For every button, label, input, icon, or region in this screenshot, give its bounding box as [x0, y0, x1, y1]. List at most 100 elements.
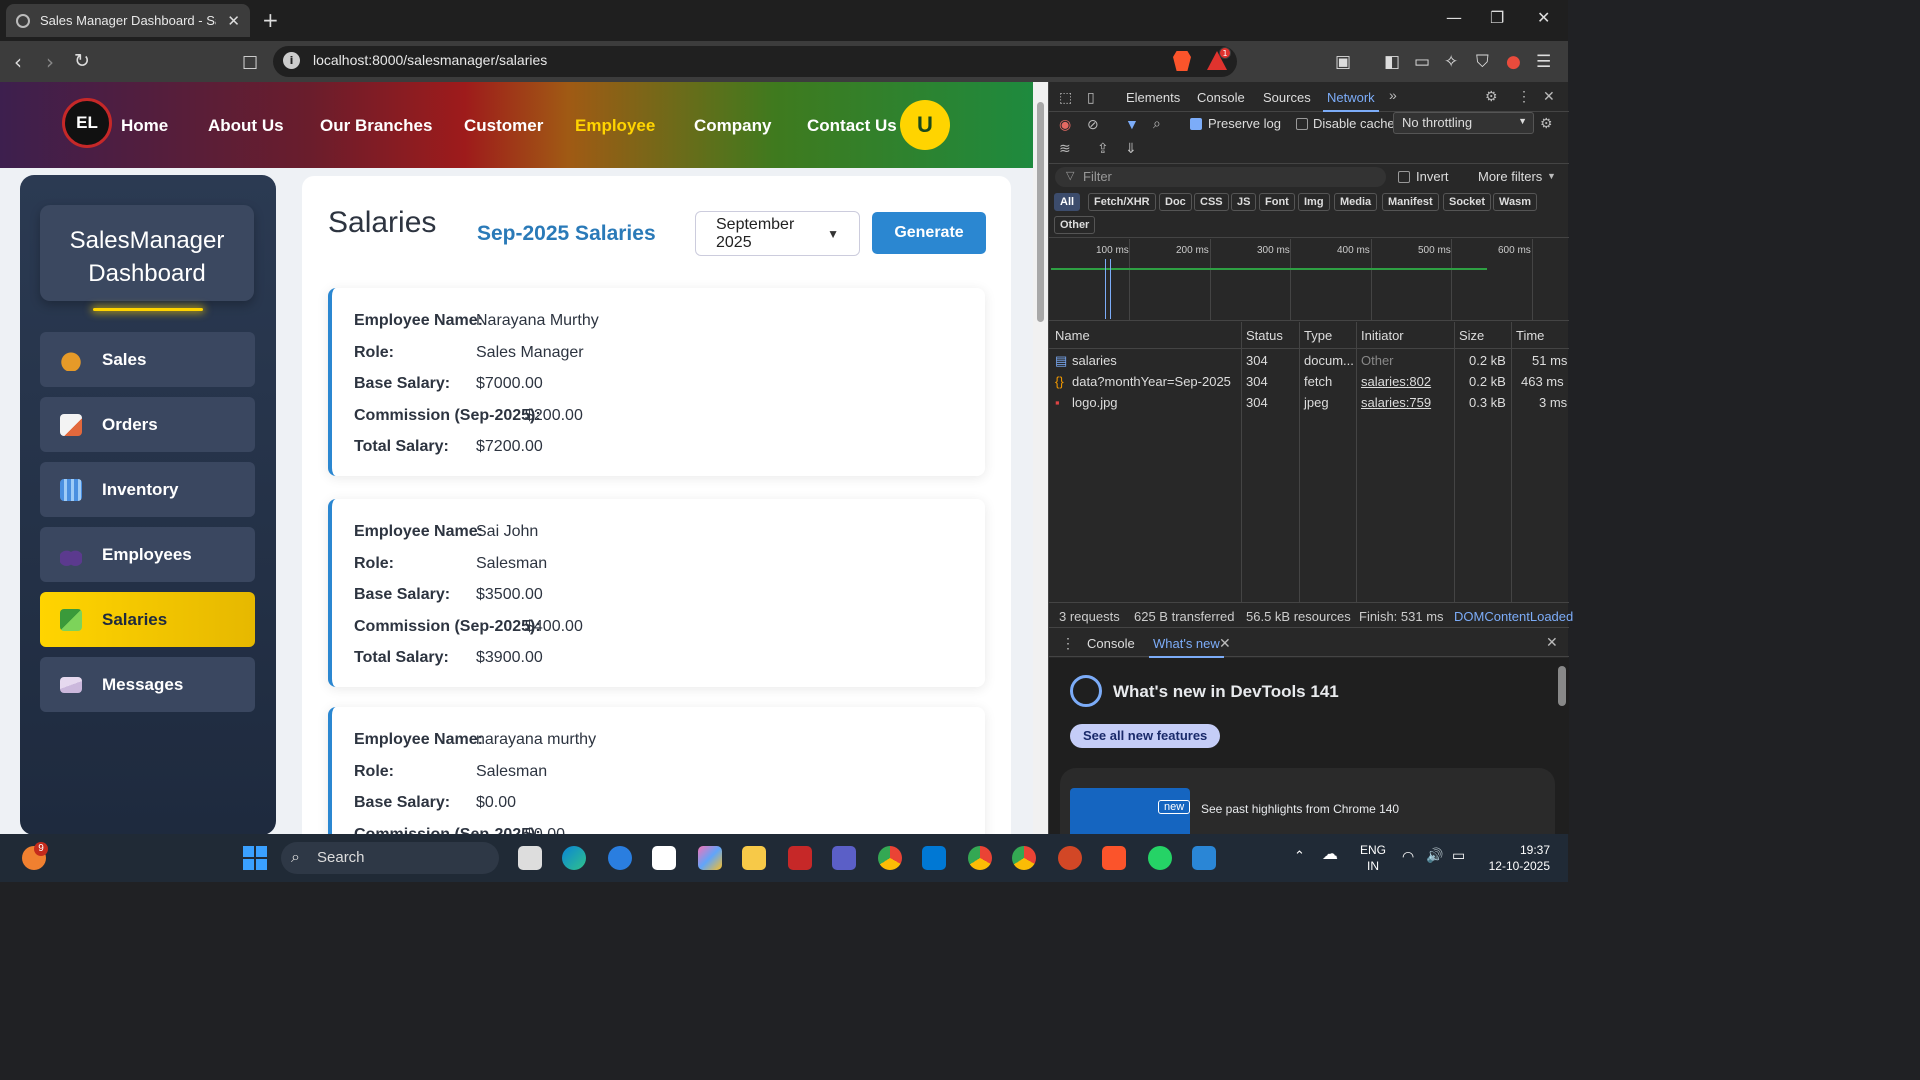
column-size[interactable]: Size: [1459, 328, 1484, 343]
photos-icon[interactable]: [1192, 846, 1216, 870]
sidebar-item-salaries[interactable]: Salaries: [40, 592, 255, 647]
mcafee-icon[interactable]: [788, 846, 812, 870]
settings-icon[interactable]: ⚙: [1485, 88, 1498, 105]
chrome-profile-icon[interactable]: [1012, 846, 1036, 870]
chip-doc[interactable]: Doc: [1159, 193, 1192, 211]
url-text[interactable]: localhost:8000/salesmanager/salaries: [313, 52, 547, 68]
preserve-log-checkbox[interactable]: [1190, 118, 1202, 130]
kebab-menu-icon[interactable]: ⋮: [1517, 88, 1531, 105]
file-explorer-icon[interactable]: [742, 846, 766, 870]
request-initiator-link[interactable]: salaries:759: [1361, 395, 1431, 410]
disable-cache-checkbox[interactable]: [1296, 118, 1308, 130]
import-har-icon[interactable]: ⇪: [1097, 140, 1109, 157]
device-toolbar-icon[interactable]: ▯: [1087, 89, 1095, 106]
sidebar-item-orders[interactable]: Orders: [40, 397, 255, 452]
page-scrollbar[interactable]: [1033, 82, 1048, 834]
info-icon[interactable]: i: [283, 52, 300, 69]
table-row[interactable]: {} data?monthYear=Sep-2025 304 fetch sal…: [1049, 371, 1569, 392]
windows-start-icon[interactable]: [243, 846, 267, 870]
more-filters-dropdown[interactable]: More filters: [1478, 169, 1542, 184]
chrome-profile-icon[interactable]: [968, 846, 992, 870]
teams-icon[interactable]: [832, 846, 856, 870]
see-all-features-button[interactable]: See all new features: [1070, 724, 1221, 748]
taskbar-search[interactable]: ⌕ Search: [281, 842, 499, 874]
column-type[interactable]: Type: [1304, 328, 1332, 343]
battery-icon[interactable]: ▭: [1452, 847, 1465, 863]
close-drawer-tab-icon[interactable]: ✕: [1219, 635, 1231, 652]
network-timeline[interactable]: 100 ms 200 ms 300 ms 400 ms 500 ms 600 m…: [1049, 239, 1569, 321]
screenshot-icon[interactable]: ▣: [1335, 52, 1351, 72]
column-name[interactable]: Name: [1055, 328, 1090, 343]
throttling-select[interactable]: No throttling ▼: [1393, 112, 1534, 134]
nav-home[interactable]: Home: [121, 116, 168, 136]
search-icon[interactable]: ⌕: [1153, 115, 1161, 132]
network-conditions-icon[interactable]: ≋: [1059, 140, 1071, 157]
request-initiator-link[interactable]: salaries:802: [1361, 374, 1431, 389]
drawer-tab-whats-new[interactable]: What's new: [1149, 636, 1224, 658]
chip-manifest[interactable]: Manifest: [1382, 193, 1439, 211]
column-time[interactable]: Time: [1516, 328, 1544, 343]
nav-contact-us[interactable]: Contact Us: [807, 116, 897, 136]
brave-shields-icon[interactable]: [1173, 51, 1191, 71]
store-icon[interactable]: [652, 846, 676, 870]
page-scrollbar-thumb[interactable]: [1037, 102, 1044, 322]
restore-icon[interactable]: ❐: [1490, 8, 1504, 27]
site-logo[interactable]: EL: [62, 98, 112, 148]
more-tabs-icon[interactable]: »: [1389, 87, 1397, 103]
leo-ai-icon[interactable]: ✧: [1444, 52, 1458, 72]
clear-icon[interactable]: ⊘: [1087, 116, 1099, 133]
whatsapp-icon[interactable]: [1148, 846, 1172, 870]
profile-icon[interactable]: ●: [1506, 52, 1521, 72]
tab-console[interactable]: Console: [1197, 90, 1245, 105]
nav-about-us[interactable]: About Us: [208, 116, 284, 136]
clock[interactable]: 19:37 12-10-2025: [1484, 842, 1550, 874]
tab-network[interactable]: Network: [1323, 90, 1379, 112]
onedrive-icon[interactable]: ☁: [1322, 847, 1338, 863]
chip-img[interactable]: Img: [1298, 193, 1330, 211]
volume-icon[interactable]: 🔊: [1426, 847, 1443, 863]
vpn-icon[interactable]: ⛉: [1476, 52, 1489, 72]
sidebar-item-messages[interactable]: Messages: [40, 657, 255, 712]
drawer-scrollbar[interactable]: [1558, 666, 1566, 706]
close-devtools-icon[interactable]: ✕: [1543, 88, 1555, 105]
nav-employee[interactable]: Employee: [575, 116, 655, 136]
browser-tab[interactable]: Sales Manager Dashboard - Sala ✕: [6, 4, 250, 37]
record-icon[interactable]: ◉: [1059, 116, 1071, 133]
wifi-icon[interactable]: ◠: [1402, 848, 1414, 864]
highlights-card[interactable]: new See past highlights from Chrome 140: [1060, 768, 1555, 838]
powerpoint-icon[interactable]: [1058, 846, 1082, 870]
task-view-icon[interactable]: [518, 846, 542, 870]
nav-customer[interactable]: Customer: [464, 116, 543, 136]
sidebar-item-inventory[interactable]: Inventory: [40, 462, 255, 517]
export-har-icon[interactable]: ⇓: [1125, 140, 1137, 157]
chip-media[interactable]: Media: [1334, 193, 1378, 211]
bookmark-icon[interactable]: □: [242, 52, 258, 72]
back-icon[interactable]: ‹: [14, 50, 22, 74]
table-row[interactable]: ▪ logo.jpg 304 jpeg salaries:759 0.3 kB …: [1049, 392, 1569, 413]
drawer-tab-console[interactable]: Console: [1087, 636, 1135, 651]
inspect-element-icon[interactable]: ⬚: [1059, 89, 1072, 106]
sidebar-item-employees[interactable]: Employees: [40, 527, 255, 582]
sidebar-item-sales[interactable]: Sales: [40, 332, 255, 387]
sidebar-icon[interactable]: ◧: [1384, 52, 1400, 72]
close-tab-icon[interactable]: ✕: [227, 12, 240, 30]
edge-icon[interactable]: [562, 846, 586, 870]
reload-icon[interactable]: ↻: [74, 50, 90, 72]
close-drawer-icon[interactable]: ✕: [1546, 634, 1558, 651]
network-settings-icon[interactable]: ⚙: [1540, 115, 1553, 132]
table-row[interactable]: ▤ salaries 304 docum... Other 0.2 kB 51 …: [1049, 350, 1569, 371]
column-status[interactable]: Status: [1246, 328, 1283, 343]
invert-checkbox[interactable]: [1398, 171, 1410, 183]
chip-fetch-xhr[interactable]: Fetch/XHR: [1088, 193, 1156, 211]
drawer-menu-icon[interactable]: ⋮: [1061, 635, 1075, 652]
nav-company[interactable]: Company: [694, 116, 771, 136]
chip-socket[interactable]: Socket: [1443, 193, 1492, 211]
tab-elements[interactable]: Elements: [1126, 90, 1180, 105]
vscode-icon[interactable]: [922, 846, 946, 870]
address-bar[interactable]: i localhost:8000/salesmanager/salaries 1: [273, 46, 1237, 77]
avatar[interactable]: U: [900, 100, 950, 150]
chip-font[interactable]: Font: [1259, 193, 1295, 211]
window-close-icon[interactable]: ✕: [1537, 8, 1550, 27]
chip-js[interactable]: JS: [1231, 193, 1257, 211]
language-indicator[interactable]: ENG IN: [1360, 842, 1386, 874]
